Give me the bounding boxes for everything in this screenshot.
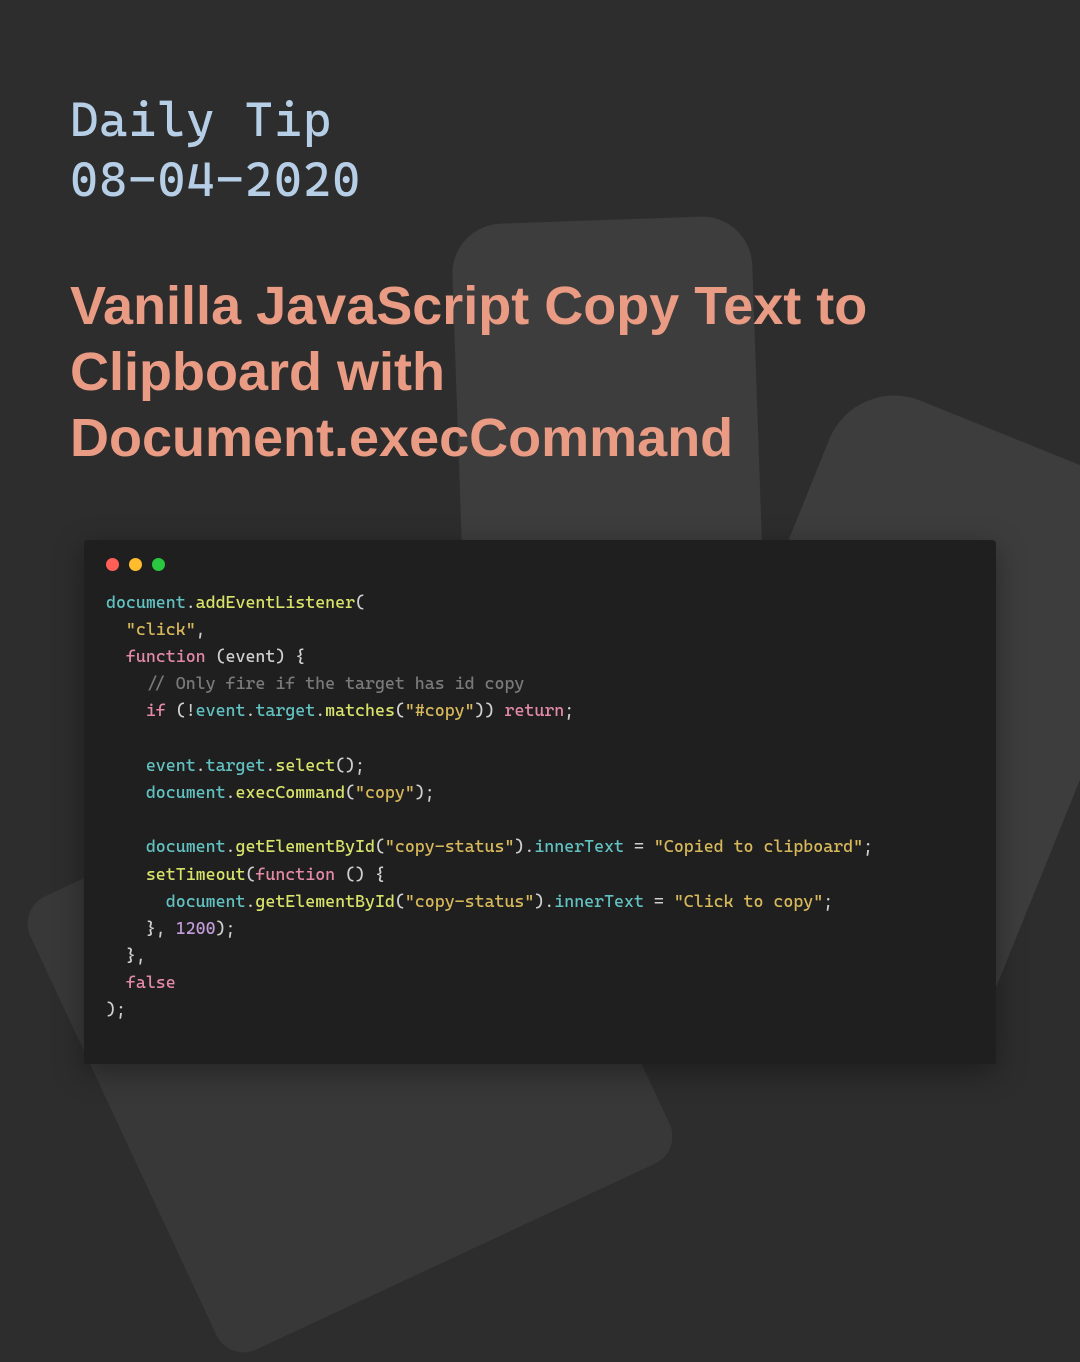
content-wrapper: Daily Tip 08-04-2020 Vanilla JavaScript … [0,0,1080,1064]
code-token: "copy" [355,782,415,802]
code-token: () { [335,864,385,884]
maximize-icon [152,558,165,571]
code-token: ). [514,836,534,856]
code-token: getElementById [255,891,394,911]
code-token: ( [395,700,405,720]
code-token: innerText [554,891,644,911]
code-token: "Copied to clipboard" [654,836,863,856]
code-token: , [196,619,206,639]
code-token: event [146,755,196,775]
code-token: . [315,700,325,720]
code-token: "#copy" [405,700,475,720]
code-token: . [186,592,196,612]
code-token: (event) { [206,646,306,666]
kicker-date: 08-04-2020 [70,152,361,208]
code-token: execCommand [236,782,346,802]
code-token: . [226,836,236,856]
code-token: "copy-status" [405,891,535,911]
code-token: . [196,755,206,775]
code-token: ( [375,836,385,856]
code-token: // Only fire if the target has id copy [146,673,525,693]
code-token: "copy-status" [385,836,515,856]
code-token: function [255,864,335,884]
code-token: ); [106,999,126,1019]
code-token: target [206,755,266,775]
code-token: )) [475,700,495,720]
code-token: "click" [126,619,196,639]
code-token: ; [564,700,574,720]
code-token: 1200 [176,918,216,938]
code-token: ( [395,891,405,911]
code-token: setTimeout [146,864,246,884]
code-token: ). [534,891,554,911]
code-token: addEventListener [196,592,355,612]
code-token: ( [245,864,255,884]
code-token: ); [415,782,435,802]
code-token: }, [126,945,146,965]
code-token: "Click to copy" [674,891,823,911]
code-window: document.addEventListener( "click", func… [84,540,996,1064]
code-token: target [255,700,315,720]
code-token: ; [863,836,873,856]
kicker-label: Daily Tip [70,92,332,148]
code-token: (! [166,700,196,720]
code-token: innerText [534,836,624,856]
code-token: = [644,891,674,911]
code-token: ( [345,782,355,802]
code-token: function [126,646,206,666]
kicker: Daily Tip 08-04-2020 [70,90,1010,210]
code-token [495,700,505,720]
code-token: (); [335,755,365,775]
code-token: . [265,755,275,775]
code-token: ); [216,918,236,938]
code-token: if [146,700,166,720]
code-token: document [166,891,246,911]
code-block: document.addEventListener( "click", func… [106,589,974,1024]
code-token: select [275,755,335,775]
code-token: ( [355,592,365,612]
minimize-icon [129,558,142,571]
code-token: matches [325,700,395,720]
code-token: getElementById [236,836,375,856]
page-title: Vanilla JavaScript Copy Text to Clipboar… [70,274,1010,472]
code-token: event [196,700,246,720]
code-token: false [126,972,176,992]
code-token: document [106,592,186,612]
code-token: . [245,891,255,911]
close-icon [106,558,119,571]
code-token: ; [823,891,833,911]
code-token: document [146,782,226,802]
code-token: . [245,700,255,720]
code-token: document [146,836,226,856]
window-traffic-lights [106,558,974,571]
code-token: = [624,836,654,856]
code-token: . [226,782,236,802]
code-token: }, [146,918,176,938]
code-token: return [505,700,565,720]
